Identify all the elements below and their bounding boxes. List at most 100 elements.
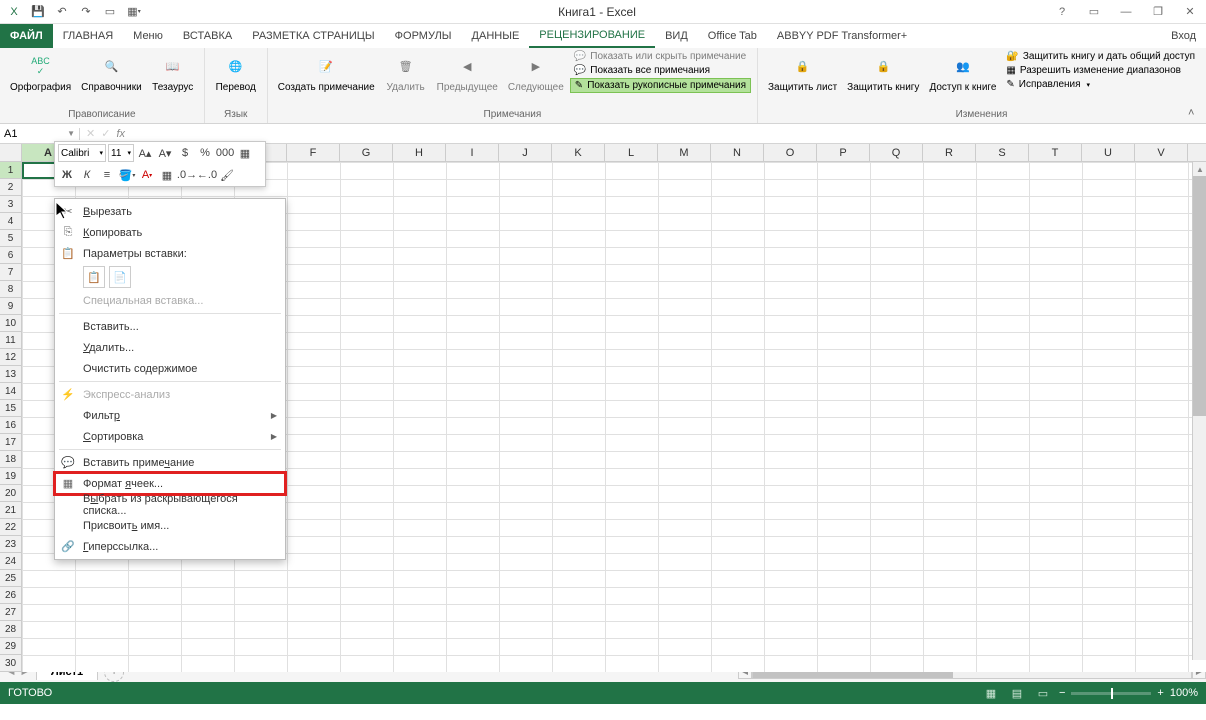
column-header-G[interactable]: G (340, 144, 393, 161)
show-hide-comment[interactable]: 💬Показать или скрыть примечание (570, 50, 751, 63)
row-header-17[interactable]: 17 (0, 434, 21, 451)
row-header-15[interactable]: 15 (0, 400, 21, 417)
column-header-T[interactable]: T (1029, 144, 1082, 161)
column-header-Q[interactable]: Q (870, 144, 923, 161)
zoom-level[interactable]: 100% (1170, 687, 1198, 699)
scroll-up-icon[interactable]: ▲ (1193, 162, 1206, 176)
menu-pick-from-list[interactable]: Выбрать из раскрывающегося списка... (55, 494, 285, 515)
column-header-S[interactable]: S (976, 144, 1029, 161)
row-header-2[interactable]: 2 (0, 179, 21, 196)
row-header-16[interactable]: 16 (0, 417, 21, 434)
protect-sheet-button[interactable]: 🔒 Защитить лист (764, 50, 841, 95)
format-painter-icon[interactable]: 🖌 (218, 166, 236, 184)
ribbon-display-icon[interactable]: ▭ (1082, 2, 1106, 22)
column-header-L[interactable]: L (605, 144, 658, 161)
namebox-dropdown-icon[interactable]: ▼ (67, 129, 75, 138)
name-box[interactable]: A1 ▼ (0, 128, 80, 140)
tab-abbyy[interactable]: ABBYY PDF Transformer+ (767, 24, 917, 48)
tab-data[interactable]: ДАННЫЕ (462, 24, 530, 48)
help-icon[interactable]: ? (1050, 2, 1074, 22)
borders-icon[interactable]: ▦ (158, 166, 176, 184)
accounting-format-icon[interactable]: $ (176, 144, 194, 162)
excel-icon[interactable]: X (4, 2, 24, 22)
fill-color-icon[interactable]: 🪣▾ (118, 166, 136, 184)
mini-font-selector[interactable]: Calibri▾ (58, 144, 106, 162)
menu-format-cells[interactable]: ▦Формат ячеек... (55, 473, 285, 494)
select-all-cell[interactable] (0, 144, 22, 161)
menu-insert[interactable]: Вставить... (55, 316, 285, 337)
menu-define-name[interactable]: Присвоить имя... (55, 515, 285, 536)
column-header-R[interactable]: R (923, 144, 976, 161)
row-header-8[interactable]: 8 (0, 281, 21, 298)
vertical-scroll-thumb[interactable] (1193, 176, 1206, 416)
row-header-7[interactable]: 7 (0, 264, 21, 281)
new-doc-icon[interactable]: ▭ (100, 2, 120, 22)
fx-icon[interactable]: fx (116, 128, 125, 140)
row-header-20[interactable]: 20 (0, 485, 21, 502)
row-header-5[interactable]: 5 (0, 230, 21, 247)
row-header-6[interactable]: 6 (0, 247, 21, 264)
new-comment-button[interactable]: 📝 Создать примечание (274, 50, 379, 95)
tab-file[interactable]: ФАЙЛ (0, 24, 53, 48)
row-header-1[interactable]: 1 (0, 162, 21, 179)
tab-home[interactable]: ГЛАВНАЯ (53, 24, 123, 48)
row-header-3[interactable]: 3 (0, 196, 21, 213)
thesaurus-button[interactable]: 📖 Тезаурус (148, 50, 198, 95)
align-icon[interactable]: ≡ (98, 166, 116, 184)
comma-icon[interactable]: 000 (216, 144, 234, 162)
vertical-scrollbar[interactable]: ▲ (1192, 162, 1206, 660)
redo-icon[interactable]: ↷ (76, 2, 96, 22)
menu-clear-contents[interactable]: Очистить содержимое (55, 358, 285, 379)
column-header-P[interactable]: P (817, 144, 870, 161)
view-page-layout-icon[interactable]: ▤ (1007, 685, 1027, 701)
tab-office-tab[interactable]: Office Tab (698, 24, 767, 48)
row-header-18[interactable]: 18 (0, 451, 21, 468)
show-ink-annotations[interactable]: ✎Показать рукописные примечания (570, 78, 751, 93)
restore-icon[interactable]: ❐ (1146, 2, 1170, 22)
column-header-I[interactable]: I (446, 144, 499, 161)
row-header-19[interactable]: 19 (0, 468, 21, 485)
decrease-font-icon[interactable]: A▾ (156, 144, 174, 162)
translate-button[interactable]: 🌐 Перевод (211, 50, 261, 95)
spelling-button[interactable]: ABC✓ Орфография (6, 50, 75, 95)
row-header-30[interactable]: 30 (0, 655, 21, 672)
percent-icon[interactable]: % (196, 144, 214, 162)
column-header-F[interactable]: F (287, 144, 340, 161)
column-header-O[interactable]: O (764, 144, 817, 161)
decrease-decimal-icon[interactable]: ←.0 (198, 166, 216, 184)
increase-decimal-icon[interactable]: .0→ (178, 166, 196, 184)
row-header-21[interactable]: 21 (0, 502, 21, 519)
row-header-13[interactable]: 13 (0, 366, 21, 383)
increase-font-icon[interactable]: A▴ (136, 144, 154, 162)
column-header-V[interactable]: V (1135, 144, 1188, 161)
collapse-ribbon-icon[interactable]: ˄ (1188, 107, 1202, 121)
column-header-K[interactable]: K (552, 144, 605, 161)
zoom-in-icon[interactable]: + (1157, 687, 1163, 699)
minimize-icon[interactable]: — (1114, 2, 1138, 22)
research-button[interactable]: 🔍 Справочники (77, 50, 146, 95)
menu-copy[interactable]: ⎘Копировать (55, 222, 285, 243)
tab-menu[interactable]: Меню (123, 24, 173, 48)
tab-view[interactable]: ВИД (655, 24, 698, 48)
font-color-icon[interactable]: A▾ (138, 166, 156, 184)
zoom-slider[interactable] (1071, 692, 1151, 695)
paste-option-default[interactable]: 📋 (83, 266, 105, 288)
next-comment-button[interactable]: ▶ Следующее (504, 50, 568, 95)
column-header-J[interactable]: J (499, 144, 552, 161)
prev-comment-button[interactable]: ◀ Предыдущее (433, 50, 502, 95)
undo-icon[interactable]: ↶ (52, 2, 72, 22)
menu-hyperlink[interactable]: 🔗Гиперссылка... (55, 536, 285, 557)
row-header-12[interactable]: 12 (0, 349, 21, 366)
row-header-24[interactable]: 24 (0, 553, 21, 570)
italic-icon[interactable]: К (78, 166, 96, 184)
row-header-22[interactable]: 22 (0, 519, 21, 536)
zoom-out-icon[interactable]: − (1059, 687, 1065, 699)
menu-insert-comment[interactable]: 💬Вставить примечание (55, 452, 285, 473)
tab-insert[interactable]: ВСТАВКА (173, 24, 242, 48)
menu-delete[interactable]: Удалить... (55, 337, 285, 358)
protect-and-share[interactable]: 🔐Защитить книгу и дать общий доступ (1002, 50, 1199, 63)
menu-filter[interactable]: Фильтр▶ (55, 405, 285, 426)
login-link[interactable]: Вход (1171, 24, 1206, 48)
bold-icon[interactable]: Ж (58, 166, 76, 184)
close-icon[interactable]: ✕ (1178, 2, 1202, 22)
